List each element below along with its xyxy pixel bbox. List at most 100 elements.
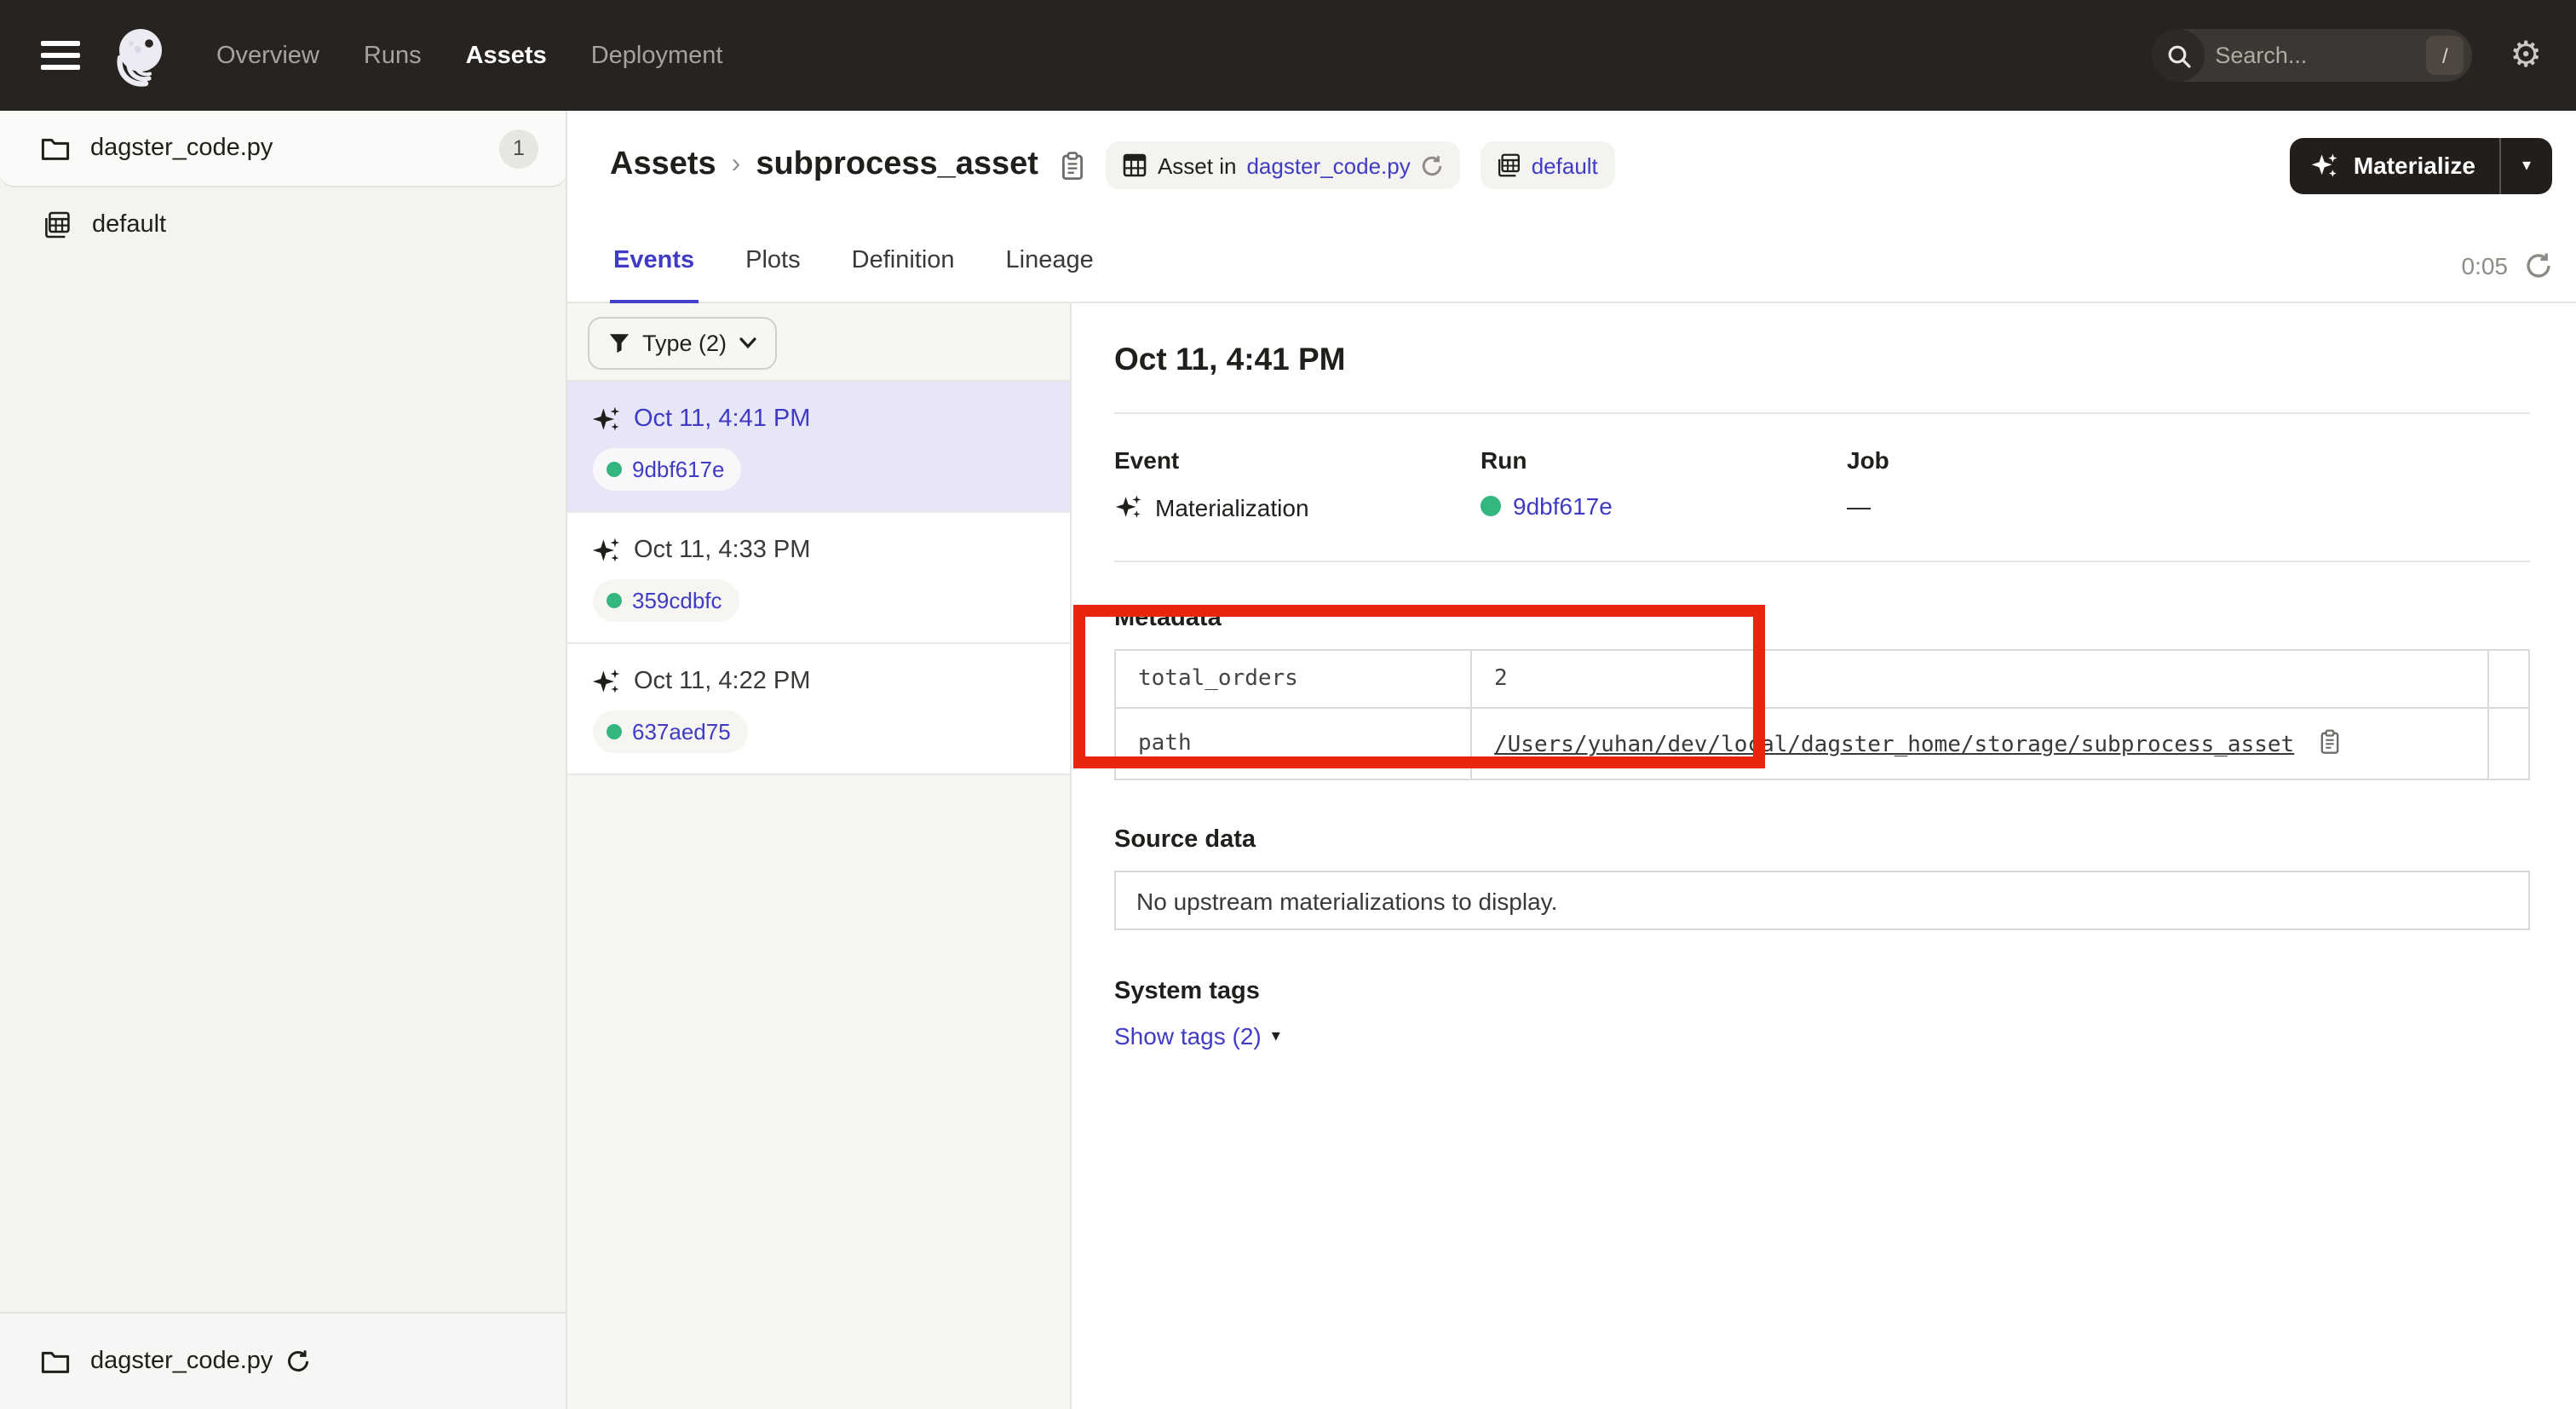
source-data-empty-state: No upstream materializations to display. — [1114, 871, 2530, 930]
folder-icon — [41, 1349, 70, 1374]
filter-funnel-icon — [608, 332, 630, 354]
metadata-row: path /Users/yuhan/dev/local/dagster_home… — [1115, 708, 2529, 779]
asset-group-icon — [1498, 153, 1521, 177]
group-name: default — [92, 211, 166, 239]
primary-nav: Overview Runs Assets Deployment — [216, 42, 722, 69]
app-window: Overview Runs Assets Deployment / ⚙ dags… — [0, 0, 2576, 1409]
system-tags-heading: System tags — [1114, 978, 2530, 1005]
asset-group-link[interactable]: default — [1532, 152, 1598, 178]
materialize-button[interactable]: Materialize ▾ — [2291, 137, 2552, 193]
type-filter-label: Type (2) — [642, 331, 727, 356]
breadcrumb-assets[interactable]: Assets — [610, 147, 716, 184]
folder-icon — [41, 135, 70, 161]
tab-plots[interactable]: Plots — [742, 247, 804, 303]
materialization-sparkle-icon — [591, 666, 622, 697]
chevron-down-icon — [739, 337, 756, 349]
code-location-name: dagster_code.py — [90, 135, 273, 162]
event-column-label: Event — [1114, 446, 1481, 474]
run-column-label: Run — [1481, 446, 1847, 474]
materialize-dropdown-caret[interactable]: ▾ — [2501, 137, 2552, 193]
asset-header: Assets › subprocess_asset Asset in dagst… — [567, 111, 2576, 213]
metadata-heading: Metadata — [1114, 605, 2530, 632]
source-data-heading: Source data — [1114, 826, 2530, 854]
search-input[interactable] — [2205, 43, 2426, 68]
asset-count-badge: 1 — [499, 129, 538, 168]
settings-gear-icon[interactable]: ⚙ — [2510, 37, 2542, 73]
run-id-link[interactable]: 637aed75 — [632, 719, 731, 745]
nav-item-deployment[interactable]: Deployment — [591, 42, 723, 69]
sidebar-footer-code-location[interactable]: dagster_code.py — [0, 1312, 566, 1409]
run-status-dot — [607, 724, 622, 739]
metadata-value: 2 — [1471, 650, 2488, 708]
run-id-link[interactable]: 359cdbfc — [632, 588, 722, 613]
asset-group-tag[interactable]: default — [1481, 141, 1615, 189]
event-list-item[interactable]: Oct 11, 4:33 PM 359cdbfc — [567, 513, 1070, 644]
page-title: subprocess_asset — [756, 147, 1038, 184]
asset-location-tag[interactable]: Asset in dagster_code.py — [1107, 141, 1460, 189]
asset-location-prefix: Asset in — [1158, 152, 1237, 178]
event-timestamp-link[interactable]: Oct 11, 4:41 PM — [634, 405, 810, 433]
run-id-pill[interactable]: 359cdbfc — [593, 579, 739, 622]
run-status-dot — [607, 462, 622, 477]
tab-definition[interactable]: Definition — [848, 247, 958, 303]
path-link[interactable]: /Users/yuhan/dev/local/dagster_home/stor… — [1494, 733, 2294, 758]
event-list-item[interactable]: Oct 11, 4:22 PM 637aed75 — [567, 644, 1070, 775]
event-detail-title: Oct 11, 4:41 PM — [1114, 341, 2530, 378]
search-box[interactable]: / — [2152, 29, 2472, 82]
metadata-table: total_orders 2 path /Users/yuhan/dev/loc… — [1114, 649, 2530, 780]
reload-icon[interactable] — [286, 1349, 310, 1373]
event-list-item[interactable]: Oct 11, 4:41 PM 9dbf617e — [567, 382, 1070, 513]
source-data-empty-message: No upstream materializations to display. — [1136, 887, 1557, 914]
footer-code-location-name: dagster_code.py — [90, 1348, 273, 1375]
refresh-icon[interactable] — [2525, 252, 2552, 279]
run-id-link[interactable]: 9dbf617e — [1513, 492, 1613, 520]
job-value: — — [1847, 492, 1871, 520]
event-info-grid: Event Materialization Run — [1114, 446, 2530, 521]
tab-events[interactable]: Events — [610, 247, 698, 303]
event-timestamp-link[interactable]: Oct 11, 4:33 PM — [634, 537, 810, 564]
show-tags-toggle[interactable]: Show tags (2) ▾ — [1114, 1022, 1280, 1050]
tab-lineage[interactable]: Lineage — [1003, 247, 1097, 303]
run-id-link[interactable]: 9dbf617e — [632, 457, 724, 482]
copy-asset-name-icon[interactable] — [1061, 151, 1086, 180]
event-detail-pane: Oct 11, 4:41 PM Event Materialization — [1072, 303, 2576, 1409]
metadata-key: path — [1115, 708, 1471, 779]
sidebar-item-code-location[interactable]: dagster_code.py 1 — [0, 111, 566, 187]
breadcrumb-separator: › — [732, 150, 741, 181]
run-status-dot — [1481, 496, 1501, 516]
show-tags-label: Show tags (2) — [1114, 1022, 1262, 1050]
asset-sidebar: dagster_code.py 1 default dagster_code.p… — [0, 111, 567, 1409]
dagster-logo[interactable] — [104, 20, 175, 91]
hamburger-menu-icon[interactable] — [41, 41, 80, 70]
breadcrumb: Assets › subprocess_asset — [610, 147, 1086, 184]
event-type-value: Materialization — [1155, 493, 1309, 520]
metadata-value: /Users/yuhan/dev/local/dagster_home/stor… — [1471, 708, 2488, 779]
materialization-sparkle-icon — [1114, 492, 1143, 521]
event-timestamp-link[interactable]: Oct 11, 4:22 PM — [634, 668, 810, 695]
nav-item-assets[interactable]: Assets — [466, 42, 547, 69]
main-content: Assets › subprocess_asset Asset in dagst… — [567, 111, 2576, 1409]
asset-group-icon — [44, 211, 72, 239]
materialize-sparkle-icon — [2311, 151, 2340, 180]
run-status-dot — [607, 593, 622, 608]
asset-tabs: Events Plots Definition Lineage 0:05 — [567, 213, 2576, 303]
events-filter-bar: Type (2) — [567, 303, 1070, 382]
sidebar-item-group-default[interactable]: default — [0, 187, 566, 262]
top-nav: Overview Runs Assets Deployment / ⚙ — [0, 0, 2576, 111]
copy-path-icon[interactable] — [2320, 729, 2342, 755]
events-list-pane: Type (2) Oct 11, 4:41 PM — [567, 303, 1072, 1409]
materialization-sparkle-icon — [591, 404, 622, 434]
asset-location-link[interactable]: dagster_code.py — [1246, 152, 1410, 178]
run-id-pill[interactable]: 637aed75 — [593, 710, 748, 753]
reload-icon[interactable] — [1421, 154, 1443, 176]
metadata-row: total_orders 2 — [1115, 650, 2529, 708]
materialize-label: Materialize — [2354, 152, 2475, 179]
search-shortcut-badge: / — [2426, 36, 2464, 75]
run-id-pill[interactable]: 9dbf617e — [593, 448, 741, 491]
refresh-countdown: 0:05 — [2462, 252, 2509, 279]
nav-item-runs[interactable]: Runs — [364, 42, 422, 69]
nav-item-overview[interactable]: Overview — [216, 42, 319, 69]
type-filter-button[interactable]: Type (2) — [588, 317, 776, 370]
search-icon — [2152, 29, 2205, 82]
table-grid-icon — [1124, 153, 1147, 177]
